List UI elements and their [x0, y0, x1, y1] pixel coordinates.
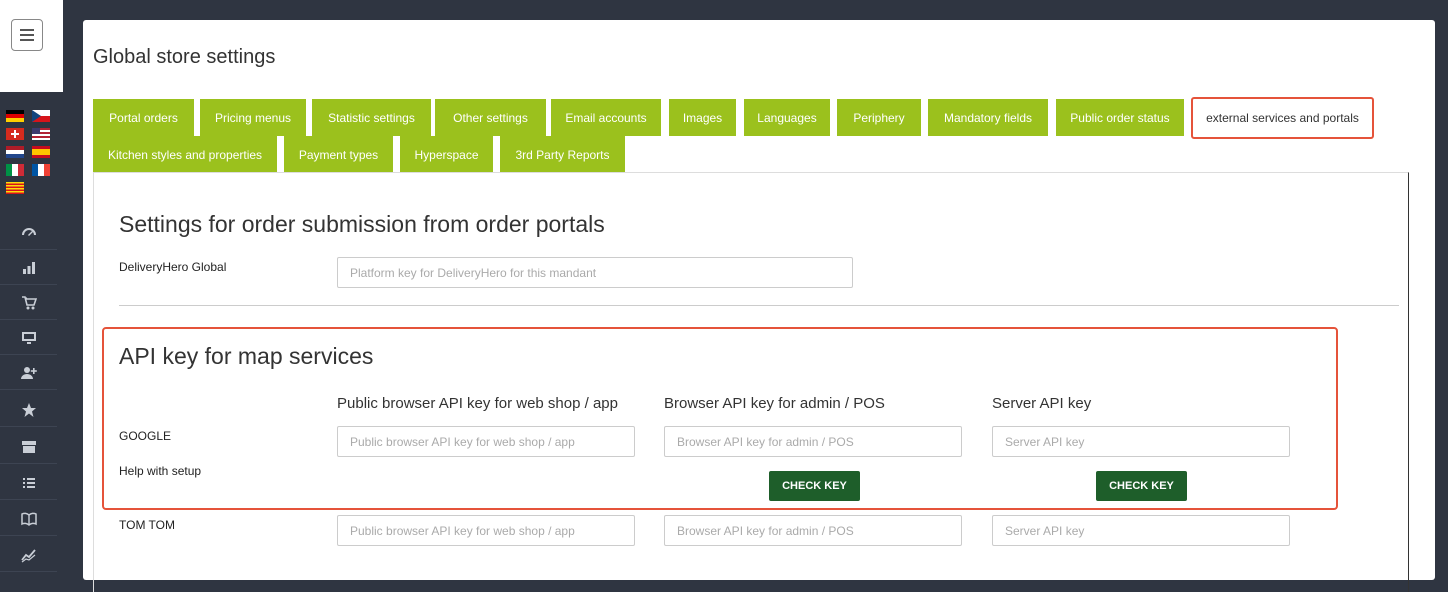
- tab-external-services[interactable]: external services and portals: [1191, 97, 1374, 139]
- check-server-key-button[interactable]: CHECK KEY: [1096, 471, 1187, 501]
- nav-archive[interactable]: [0, 430, 57, 464]
- bar-chart-icon: [22, 261, 35, 274]
- tab-periphery[interactable]: Periphery: [837, 99, 921, 136]
- tab-payment-types[interactable]: Payment types: [284, 136, 393, 173]
- map-api-section-title: API key for map services: [119, 343, 374, 369]
- deliveryhero-label: DeliveryHero Global: [119, 260, 227, 274]
- tab-content: Settings for order submission from order…: [93, 172, 1409, 592]
- section-divider: [119, 305, 1399, 306]
- archive-icon: [21, 440, 36, 453]
- nav-orders[interactable]: [0, 286, 57, 320]
- star-icon: [21, 402, 36, 417]
- spanish-flag[interactable]: [32, 146, 50, 158]
- sidebar-header: [0, 0, 63, 92]
- dashboard-icon: [21, 227, 36, 236]
- nav-trends[interactable]: [0, 538, 57, 572]
- menu-toggle-icon[interactable]: [11, 19, 43, 51]
- nav-dashboard[interactable]: [0, 216, 57, 250]
- tab-email-accounts[interactable]: Email accounts: [551, 99, 661, 136]
- tab-portal-orders[interactable]: Portal orders: [93, 99, 194, 136]
- google-label: GOOGLE: [119, 429, 172, 443]
- tab-pricing-menus[interactable]: Pricing menus: [200, 99, 306, 136]
- tab-mandatory-fields[interactable]: Mandatory fields: [928, 99, 1048, 136]
- tab-statistic-settings[interactable]: Statistic settings: [312, 99, 431, 136]
- google-admin-key-field[interactable]: [664, 426, 962, 457]
- server-key-column-header: Server API key: [992, 395, 1092, 412]
- nav-favorites[interactable]: [0, 393, 57, 427]
- nav-menu-book[interactable]: [0, 502, 57, 536]
- tab-3rd-party-reports[interactable]: 3rd Party Reports: [500, 136, 625, 173]
- admin-key-column-header: Browser API key for admin / POS: [664, 395, 885, 412]
- cart-icon: [21, 295, 37, 309]
- add-user-icon: [20, 366, 37, 379]
- tomtom-admin-key-field[interactable]: [664, 515, 962, 546]
- nav-statistics[interactable]: [0, 251, 57, 285]
- trend-icon: [20, 548, 36, 562]
- swiss-flag[interactable]: [6, 128, 24, 140]
- public-key-column-header: Public browser API key for web shop / ap…: [337, 395, 618, 412]
- tab-other-settings[interactable]: Other settings: [435, 99, 546, 136]
- catalan-flag[interactable]: [6, 182, 24, 194]
- french-flag[interactable]: [32, 164, 50, 176]
- google-server-key-field[interactable]: [992, 426, 1290, 457]
- tab-images[interactable]: Images: [669, 99, 736, 136]
- book-icon: [20, 512, 37, 526]
- list-icon: [22, 477, 35, 488]
- sidebar: [0, 0, 63, 574]
- nav-pos[interactable]: [0, 321, 57, 355]
- tab-languages[interactable]: Languages: [744, 99, 830, 136]
- italian-flag[interactable]: [6, 164, 24, 176]
- nav-list[interactable]: [0, 466, 57, 500]
- tab-public-order-status[interactable]: Public order status: [1056, 99, 1184, 136]
- tomtom-server-key-field[interactable]: [992, 515, 1290, 546]
- tab-hyperspace[interactable]: Hyperspace: [400, 136, 493, 173]
- deliveryhero-key-field[interactable]: [337, 257, 853, 288]
- check-admin-key-button[interactable]: CHECK KEY: [769, 471, 860, 501]
- czech-flag[interactable]: [32, 110, 50, 122]
- nav-users[interactable]: [0, 356, 57, 390]
- google-public-key-field[interactable]: [337, 426, 635, 457]
- dutch-flag[interactable]: [6, 146, 24, 158]
- tomtom-label: TOM TOM: [119, 518, 176, 532]
- page-title: Global store settings: [93, 46, 276, 68]
- german-flag[interactable]: [6, 110, 24, 122]
- portals-section-title: Settings for order submission from order…: [119, 211, 605, 237]
- us-flag[interactable]: [32, 128, 50, 140]
- settings-panel: Global store settings Portal orders Pric…: [83, 20, 1435, 592]
- tab-kitchen-styles[interactable]: Kitchen styles and properties: [93, 136, 277, 173]
- monitor-icon: [21, 331, 36, 344]
- tomtom-public-key-field[interactable]: [337, 515, 635, 546]
- help-with-setup-link[interactable]: Help with setup: [119, 464, 201, 478]
